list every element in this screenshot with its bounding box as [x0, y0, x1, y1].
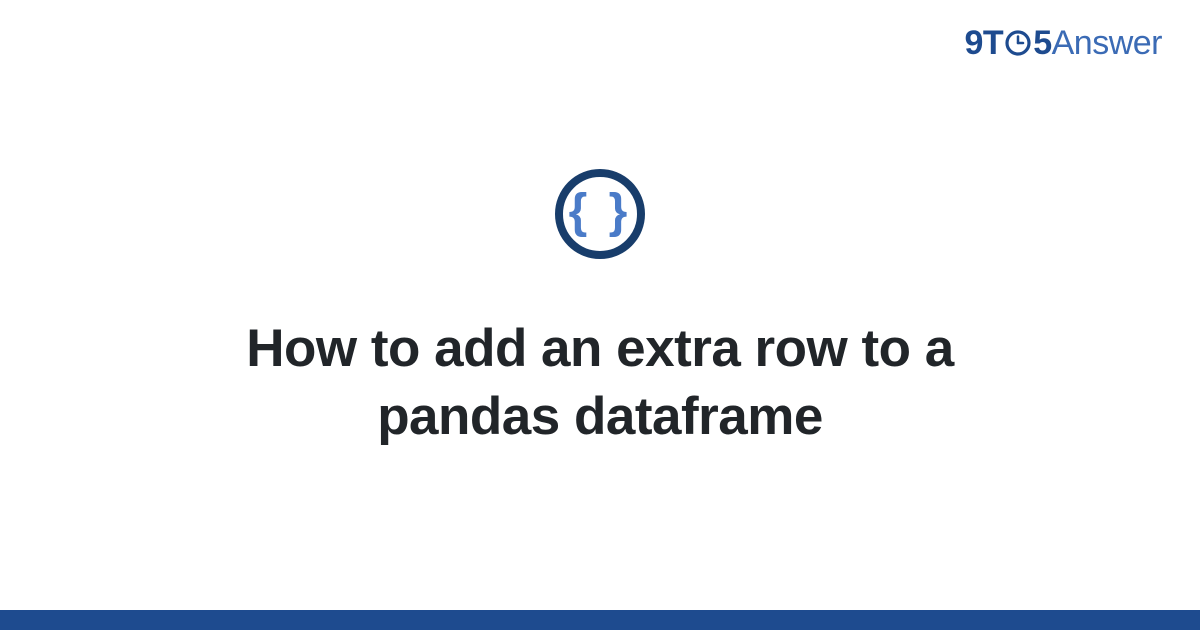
code-braces-icon: { } [555, 169, 645, 259]
footer-bar [0, 610, 1200, 630]
braces-glyph: { } [569, 188, 632, 236]
main-content: { } How to add an extra row to a pandas … [0, 0, 1200, 610]
page-title: How to add an extra row to a pandas data… [150, 315, 1050, 451]
